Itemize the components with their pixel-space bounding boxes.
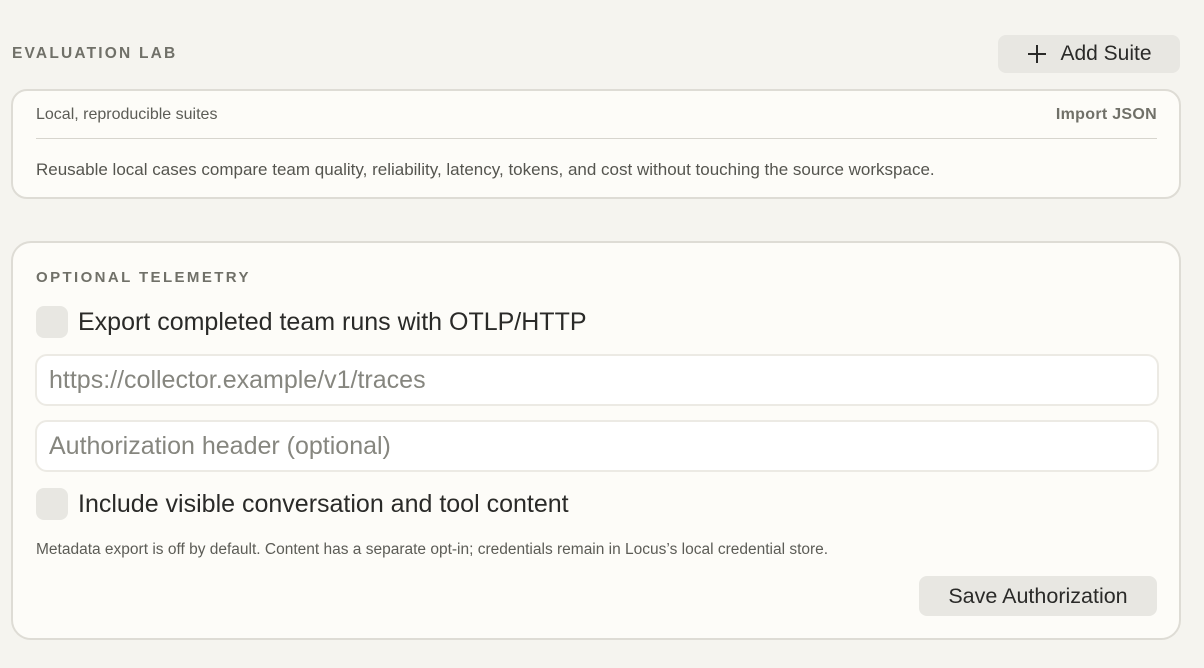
add-suite-label: Add Suite (1060, 42, 1152, 65)
include-content-checkbox[interactable] (36, 488, 68, 520)
divider (36, 138, 1157, 139)
evaluation-lab-card: Local, reproducible suites Import JSON R… (11, 89, 1181, 199)
export-runs-label: Export completed team runs with OTLP/HTT… (78, 308, 587, 336)
include-content-label: Include visible conversation and tool co… (78, 490, 569, 518)
evaluation-lab-description: Reusable local cases compare team qualit… (36, 160, 935, 179)
telemetry-card: OPTIONAL TELEMETRY Export completed team… (11, 241, 1181, 640)
telemetry-heading: OPTIONAL TELEMETRY (36, 269, 251, 286)
include-content-option[interactable]: Include visible conversation and tool co… (36, 488, 569, 520)
evaluation-lab-heading: EVALUATION LAB (12, 45, 178, 62)
save-authorization-button[interactable]: Save Authorization (919, 576, 1157, 616)
import-json-button[interactable]: Import JSON (1056, 105, 1157, 125)
plus-icon (1028, 45, 1047, 63)
export-runs-option[interactable]: Export completed team runs with OTLP/HTT… (36, 306, 587, 338)
export-runs-checkbox[interactable] (36, 306, 68, 338)
authorization-header-input[interactable] (35, 420, 1159, 472)
evaluation-lab-subtitle: Local, reproducible suites (36, 106, 218, 123)
telemetry-note: Metadata export is off by default. Conte… (36, 541, 829, 558)
add-suite-button[interactable]: Add Suite (998, 35, 1180, 73)
collector-url-input[interactable] (35, 354, 1159, 406)
